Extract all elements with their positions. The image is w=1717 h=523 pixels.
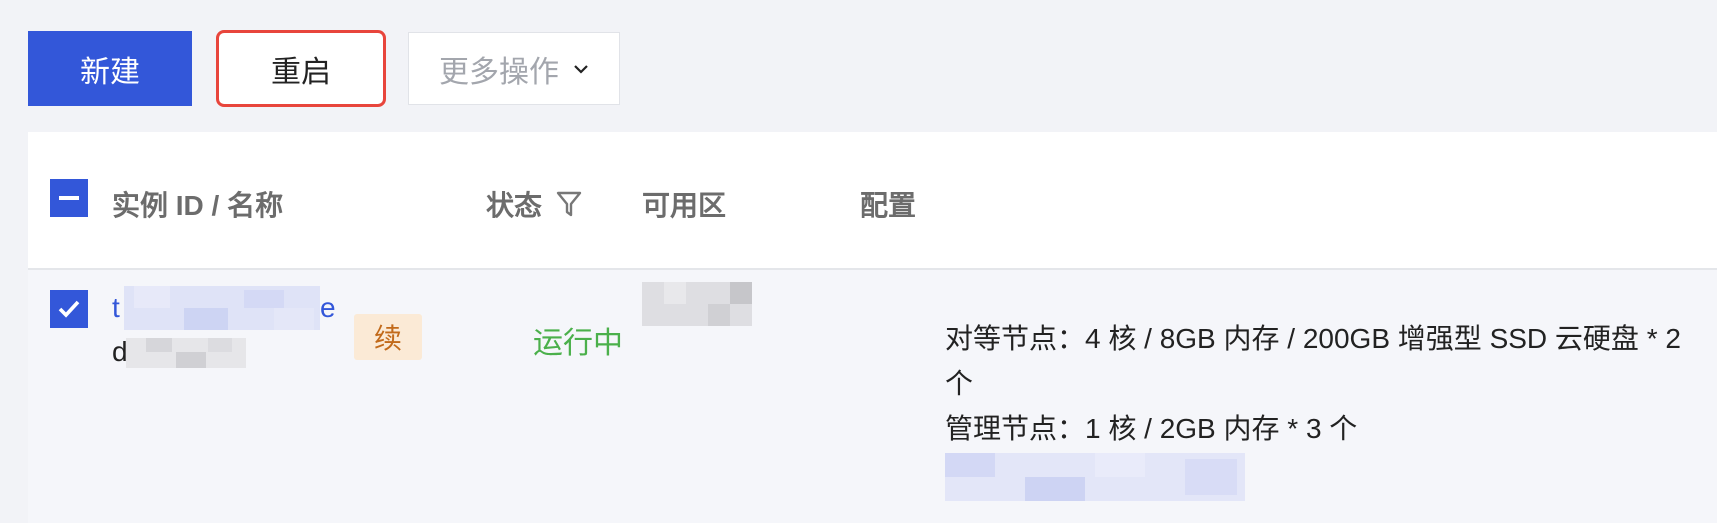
select-all-checkbox[interactable] <box>50 179 88 217</box>
instance-id-visible-text: t <box>112 292 120 323</box>
table-row[interactable]: t e 续 d 运行中 对等节点：4 核 / 8GB 内存 / 200GB 增强… <box>28 272 1717 523</box>
column-header-status-label: 状态 <box>486 190 543 221</box>
new-button-label: 新建 <box>80 55 140 89</box>
table-header: 实例 ID / 名称 状态 可用区 配置 <box>28 132 1717 270</box>
column-header-id-name: 实例 ID / 名称 <box>112 190 284 221</box>
new-button[interactable]: 新建 <box>28 31 192 106</box>
check-icon <box>58 300 80 318</box>
more-actions-dropdown[interactable]: 更多操作 <box>408 32 620 105</box>
peer-node-config: 对等节点：4 核 / 8GB 内存 / 200GB 增强型 SSD 云硬盘 * … <box>945 323 1681 399</box>
more-actions-label: 更多操作 <box>439 55 559 89</box>
chevron-down-icon <box>574 64 588 74</box>
renew-badge[interactable]: 续 <box>354 314 422 360</box>
manager-node-config: 管理节点：1 核 / 2GB 内存 * 3 个 <box>945 413 1358 444</box>
redacted-config-link <box>945 453 1245 501</box>
restart-button-label: 重启 <box>271 55 331 89</box>
column-header-status: 状态 <box>486 184 582 224</box>
filter-icon[interactable] <box>556 190 582 218</box>
row-checkbox[interactable] <box>50 290 88 328</box>
restart-button[interactable]: 重启 <box>216 30 386 107</box>
config-cell: 对等节点：4 核 / 8GB 内存 / 200GB 增强型 SSD 云硬盘 * … <box>945 316 1685 514</box>
column-header-zone: 可用区 <box>642 190 727 221</box>
instance-id-suffix: e <box>320 292 336 323</box>
redacted-instance-name <box>126 338 246 368</box>
instance-table: 实例 ID / 名称 状态 可用区 配置 t e 续 d 运行中 对等节点：4 … <box>28 132 1717 523</box>
redacted-instance-id <box>124 286 320 330</box>
status-text: 运行中 <box>533 327 623 360</box>
instance-id-link[interactable]: t <box>112 292 120 324</box>
redacted-zone <box>642 282 752 326</box>
minus-icon <box>59 196 79 200</box>
column-header-config: 配置 <box>860 190 917 221</box>
